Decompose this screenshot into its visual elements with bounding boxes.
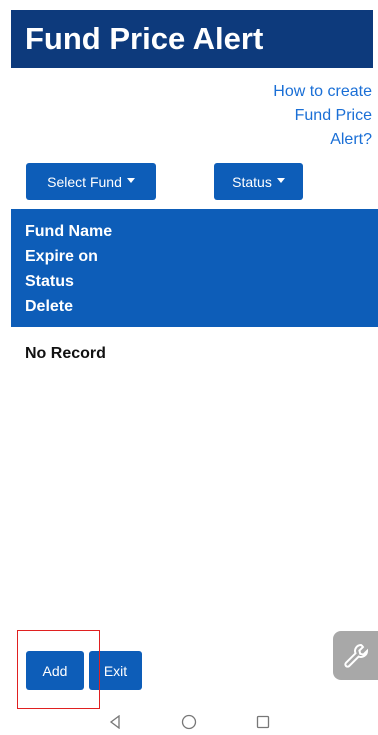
wrench-icon[interactable] [333,631,378,680]
header-delete: Delete [25,298,74,315]
exit-button[interactable]: Exit [89,651,142,690]
header-status: Status [25,273,74,290]
add-button[interactable]: Add [26,651,84,690]
system-nav-bar [0,708,378,735]
help-link-line-2[interactable]: Fund Price [242,104,372,128]
status-dropdown[interactable]: Status [214,163,303,200]
select-fund-dropdown[interactable]: Select Fund [26,163,156,200]
table-header: Fund Name Expire on Status Delete [11,209,378,327]
status-label: Status [232,173,272,190]
empty-state-text: No Record [25,345,106,362]
recents-icon[interactable] [254,713,272,731]
select-fund-label: Select Fund [47,173,122,190]
header-expire-on: Expire on [25,248,98,265]
help-link-line-1[interactable]: How to create [242,80,372,104]
home-icon[interactable] [180,713,198,731]
caret-down-icon [276,178,285,183]
help-link-line-3[interactable]: Alert? [242,128,372,152]
page-title: Fund Price Alert [11,10,373,68]
back-icon[interactable] [106,713,124,731]
how-to-create-link[interactable]: How to create Fund Price Alert? [242,80,372,152]
caret-down-icon [126,178,135,183]
header-fund-name: Fund Name [25,223,113,240]
